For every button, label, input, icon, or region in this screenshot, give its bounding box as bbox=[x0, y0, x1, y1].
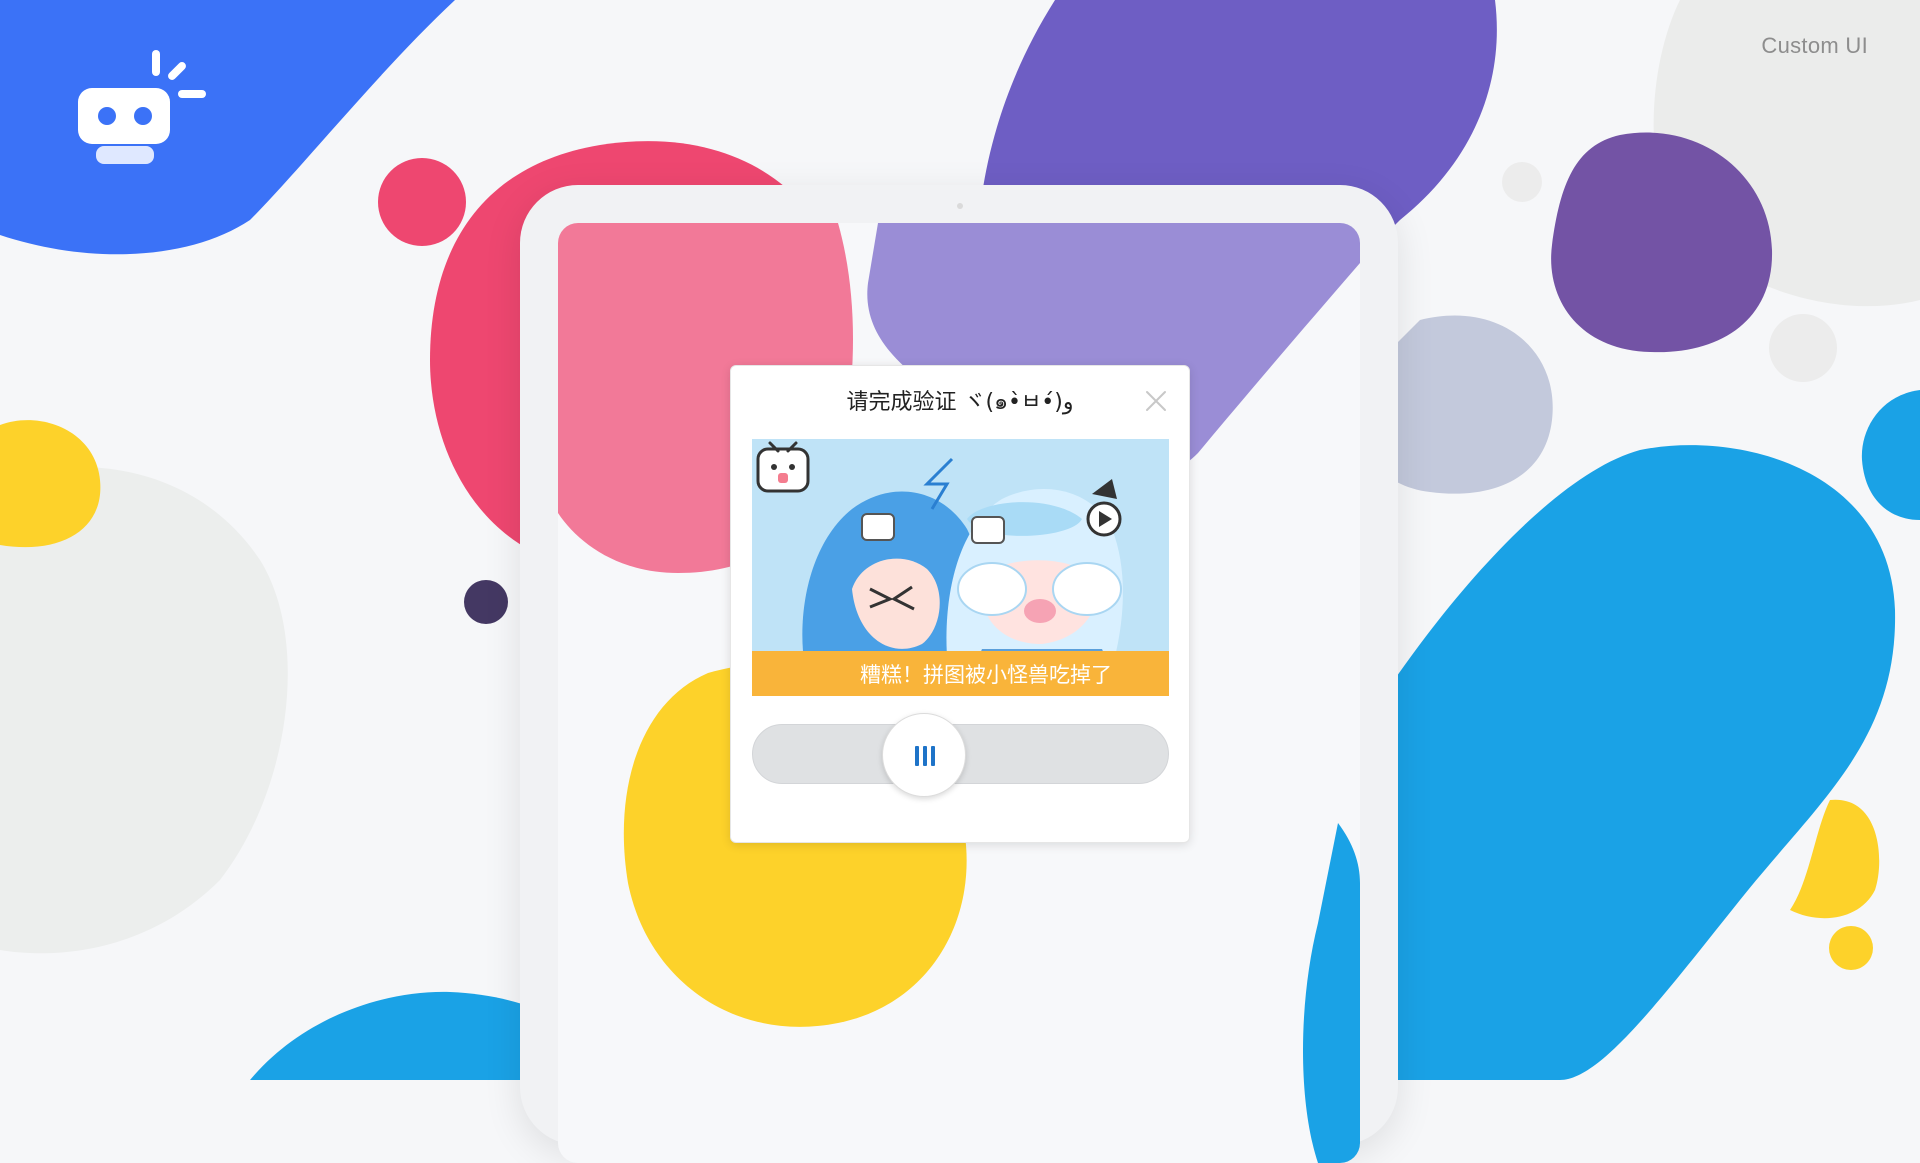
camera-dot bbox=[957, 203, 963, 209]
puzzle-image: 糟糕！拼图被小怪兽吃掉了 bbox=[752, 439, 1169, 696]
captcha-title: 请完成验证 ヾ(๑•̀ㅂ•́)و bbox=[846, 390, 1074, 415]
tv-mascot-icon bbox=[756, 441, 810, 493]
error-banner: 糟糕！拼图被小怪兽吃掉了 bbox=[752, 651, 1169, 696]
robot-logo-icon bbox=[78, 50, 206, 164]
close-icon[interactable] bbox=[1143, 388, 1169, 414]
slider-handle[interactable] bbox=[881, 713, 966, 797]
captcha-dialog: 请完成验证 ヾ(๑•̀ㅂ•́)و 糟糕！拼图被小怪兽吃掉了 bbox=[730, 365, 1190, 843]
brand-label: Custom UI bbox=[1761, 33, 1868, 58]
grip-bars-icon bbox=[914, 746, 935, 766]
error-message: 糟糕！拼图被小怪兽吃掉了 bbox=[860, 663, 1112, 687]
